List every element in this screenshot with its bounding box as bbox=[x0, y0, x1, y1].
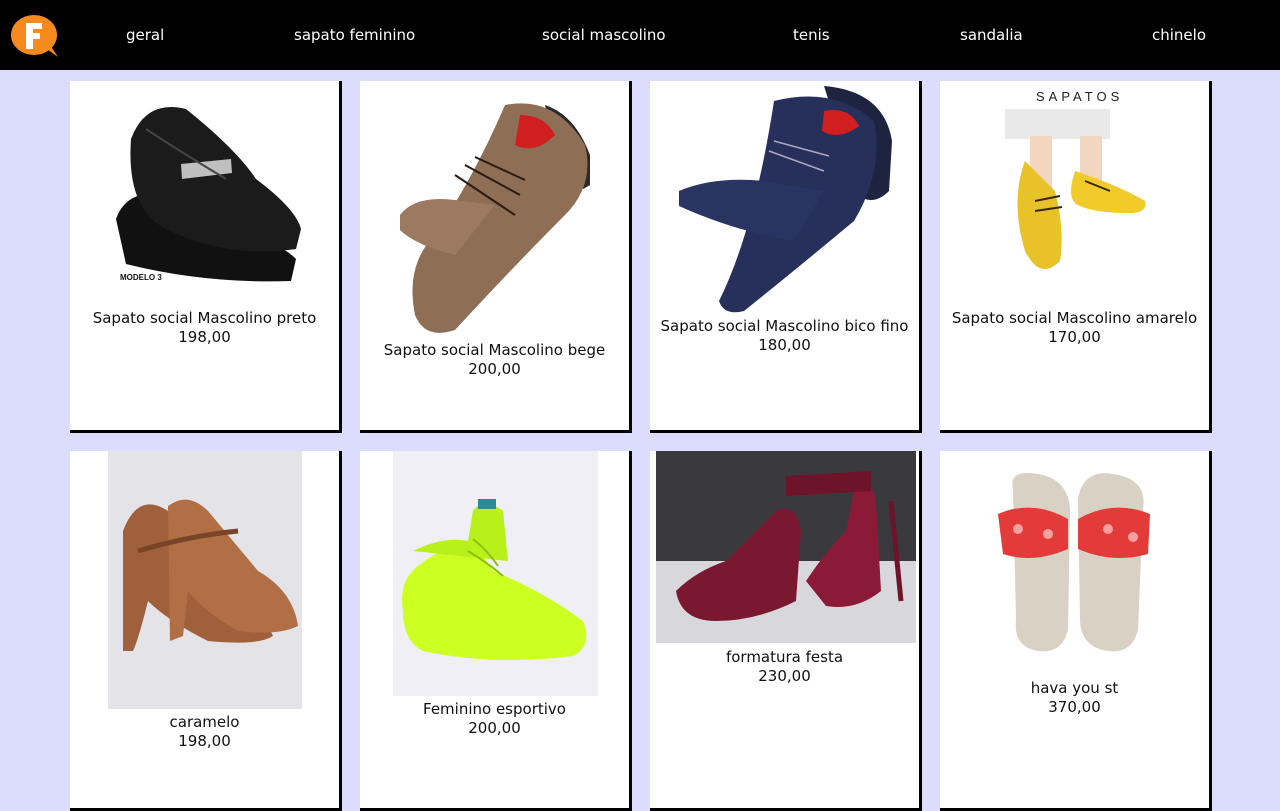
nav-item-social-mascolino[interactable]: social mascolino bbox=[542, 24, 666, 46]
product-card[interactable]: caramelo 198,00 bbox=[70, 451, 342, 811]
burgundy-platform-heel-image bbox=[656, 451, 916, 643]
store-logo-icon[interactable] bbox=[10, 13, 60, 59]
product-title[interactable]: Sapato social Mascolino amarelo bbox=[940, 309, 1209, 328]
product-title[interactable]: Sapato social Mascolino bege bbox=[360, 341, 629, 360]
product-title[interactable]: Sapato social Mascolino preto bbox=[70, 309, 339, 328]
black-dress-shoe-image: MODELO 3 bbox=[116, 107, 301, 282]
product-card[interactable]: hava you st 370,00 bbox=[940, 451, 1212, 811]
product-title[interactable]: caramelo bbox=[70, 713, 339, 732]
nav-item-tenis[interactable]: tenis bbox=[793, 24, 830, 46]
nav-item-chinelo[interactable]: chinelo bbox=[1152, 24, 1206, 46]
product-card[interactable]: Feminino esportivo 200,00 bbox=[360, 451, 632, 811]
product-card[interactable]: formatura festa 230,00 bbox=[650, 451, 922, 811]
product-title[interactable]: Sapato social Mascolino bico fino bbox=[650, 317, 919, 336]
caramel-heel-shoe-image bbox=[108, 451, 302, 709]
product-price: 198,00 bbox=[178, 328, 231, 346]
product-card[interactable]: SAPATOS Sapato social Mascolino amarelo … bbox=[940, 81, 1212, 433]
product-price: 200,00 bbox=[468, 719, 521, 737]
nav-item-sapato-feminino[interactable]: sapato feminino bbox=[294, 24, 415, 46]
product-title[interactable]: hava you st bbox=[940, 679, 1209, 698]
product-card[interactable]: Sapato social Mascolino bico fino 180,00 bbox=[650, 81, 922, 433]
product-price: 200,00 bbox=[468, 360, 521, 378]
product-price: 170,00 bbox=[1048, 328, 1101, 346]
product-title[interactable]: Feminino esportivo bbox=[360, 700, 629, 719]
product-price: 370,00 bbox=[1048, 698, 1101, 716]
flower-flip-flop-image bbox=[998, 473, 1150, 652]
product-price: 230,00 bbox=[758, 667, 811, 685]
product-title[interactable]: formatura festa bbox=[650, 648, 919, 667]
product-card[interactable]: MODELO 3 Sapato social Mascolino preto 1… bbox=[70, 81, 342, 433]
nav-item-sandalia[interactable]: sandalia bbox=[960, 24, 1023, 46]
nav-item-geral[interactable]: geral bbox=[126, 24, 164, 46]
product-price: 180,00 bbox=[758, 336, 811, 354]
yellow-oxford-shoe-image: SAPATOS bbox=[1005, 89, 1146, 269]
product-price: 198,00 bbox=[178, 732, 231, 750]
neon-sneaker-image bbox=[393, 451, 598, 696]
svg-text:MODELO 3: MODELO 3 bbox=[120, 273, 162, 282]
svg-text:SAPATOS: SAPATOS bbox=[1036, 89, 1123, 104]
product-card[interactable]: Sapato social Mascolino bege 200,00 bbox=[360, 81, 632, 433]
top-navbar: geral sapato feminino social mascolino t… bbox=[0, 0, 1280, 70]
beige-dress-shoe-image bbox=[400, 103, 590, 333]
navy-pointed-dress-shoe-image bbox=[679, 86, 892, 313]
